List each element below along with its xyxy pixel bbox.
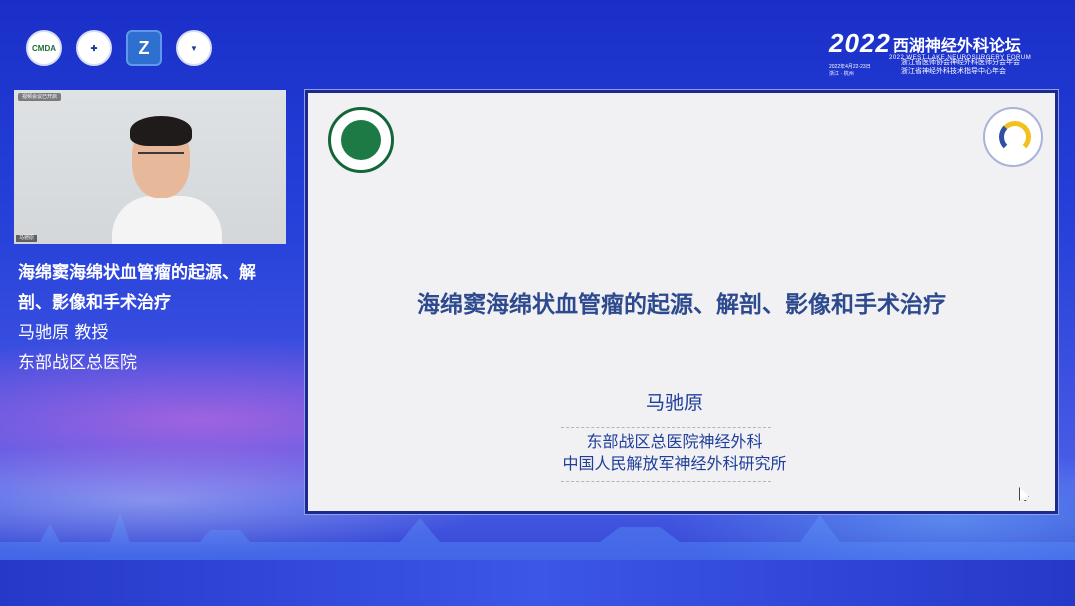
forum-org-2: 浙江省神经外科技术指导中心年会 <box>901 67 1006 75</box>
cursor-icon <box>1019 487 1029 501</box>
speaker-name: 马驰原 教授 <box>18 323 109 343</box>
slide-affiliation-1: 东部战区总医院神经外科 <box>586 432 763 451</box>
forum-title: 西湖神经外科论坛 <box>892 35 1021 55</box>
speaker-info: 海绵窦海绵状血管瘤的起源、解剖、影像和手术治疗 马驰原 教授 东部战区总医院 <box>18 258 288 378</box>
video-name-tag: 马驰原 <box>16 235 38 242</box>
video-status-tag: 视频会议已开启 <box>18 93 62 101</box>
university-logo-icon: ▼ <box>176 30 212 66</box>
forum-organizers: 浙江省医师协会神经外科医师分会年会 浙江省神经外科技术指导中心年会 <box>901 58 1020 76</box>
z-logo-icon: Z <box>126 30 162 66</box>
forum-org-1: 浙江省医师协会神经外科医师分会年会 <box>901 58 1020 66</box>
society-seal-icon <box>983 107 1043 167</box>
cmda-logo-icon: CMDA <box>26 30 62 66</box>
society-logo-icon: ✚ <box>76 30 112 66</box>
speaker-avatar <box>112 116 232 244</box>
divider <box>561 427 771 428</box>
talk-title: 海绵窦海绵状血管瘤的起源、解剖、影像和手术治疗 <box>18 263 256 313</box>
medical-seal-icon <box>328 107 394 173</box>
sponsor-logos: CMDA ✚ Z ▼ <box>26 30 212 66</box>
bottom-banner <box>0 560 1075 606</box>
slide-title: 海绵窦海绵状血管瘤的起源、解剖、影像和手术治疗 <box>417 292 946 318</box>
forum-year: 2022 <box>829 28 891 58</box>
slide-author: 马驰原 <box>645 392 703 414</box>
presentation-slide[interactable]: 海绵窦海绵状血管瘤的起源、解剖、影像和手术治疗 马驰原 东部战区总医院神经外科 … <box>305 90 1058 514</box>
glasses-icon <box>138 152 184 162</box>
divider <box>561 481 771 482</box>
speaker-affiliation: 东部战区总医院 <box>18 353 137 373</box>
slide-affiliation-2: 中国人民解放军神经外科研究所 <box>562 454 787 473</box>
forum-banner: 2022 西湖神经外科论坛 2022 WEST LAKE NEUROSURGERY… <box>829 28 1049 77</box>
speaker-video-feed[interactable]: 视频会议已开启 马驰原 <box>14 90 286 244</box>
